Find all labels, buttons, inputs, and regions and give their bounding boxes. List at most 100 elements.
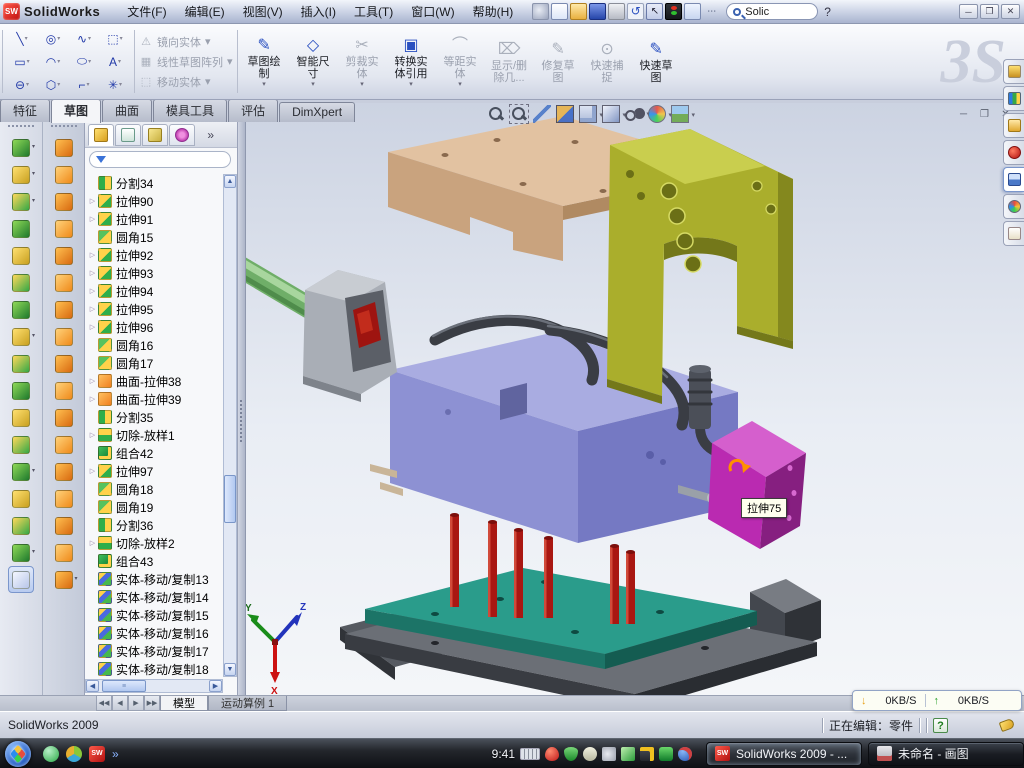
- command-button[interactable]: ✎ 快速草 图: [633, 26, 680, 97]
- expand-arrow-icon[interactable]: [87, 287, 98, 295]
- sketch-text-icon[interactable]: A: [100, 51, 130, 73]
- start-button[interactable]: [5, 741, 31, 767]
- expand-arrow-icon[interactable]: [87, 323, 98, 331]
- ribbon-tab[interactable]: 模具工具: [153, 99, 227, 122]
- tree-vertical-scrollbar[interactable]: ▲ ▼: [223, 174, 237, 677]
- reference-geometry-icon[interactable]: [8, 458, 34, 485]
- expand-arrow-icon[interactable]: [87, 539, 98, 547]
- hide-show-icon[interactable]: [625, 105, 643, 123]
- dropdown-caret[interactable]: ▾: [227, 55, 233, 68]
- sketch-fillet-icon[interactable]: ⌐: [69, 74, 99, 96]
- replace-face-icon[interactable]: [51, 458, 77, 485]
- open-icon[interactable]: [570, 3, 587, 20]
- next-tab-button[interactable]: ▶: [128, 696, 144, 711]
- axis-icon[interactable]: [8, 512, 34, 539]
- tree-item[interactable]: 曲面-拉伸38: [87, 372, 223, 390]
- restore-button[interactable]: ❐: [980, 4, 999, 19]
- sketch-button[interactable]: ✎ 草图绘 制 ▾: [241, 26, 288, 97]
- menu-item[interactable]: 帮助(H): [464, 0, 523, 23]
- tree-item[interactable]: 切除-放样2: [87, 534, 223, 552]
- delete-body-icon[interactable]: [8, 296, 34, 323]
- dropdown-caret[interactable]: ▾: [409, 80, 413, 88]
- tree-filter-input[interactable]: [89, 151, 231, 168]
- tree-item[interactable]: 实体-移动/复制13: [87, 570, 223, 588]
- linear-pattern-icon[interactable]: [8, 323, 34, 350]
- extend-surface-icon[interactable]: [51, 377, 77, 404]
- scene-icon[interactable]: [671, 105, 689, 123]
- expand-arrow-icon[interactable]: [87, 215, 98, 223]
- cert-icon[interactable]: [583, 747, 597, 761]
- expand-arrow-icon[interactable]: [87, 431, 98, 439]
- tree-item[interactable]: 切除-放样1: [87, 426, 223, 444]
- document-tab[interactable]: 模型: [160, 696, 208, 711]
- tree-item[interactable]: 实体-移动/复制14: [87, 588, 223, 606]
- tree-item[interactable]: 实体-移动/复制17: [87, 642, 223, 660]
- save-icon[interactable]: [589, 3, 606, 20]
- tree-item[interactable]: 实体-移动/复制16: [87, 624, 223, 642]
- scroll-right-button[interactable]: ▶: [209, 680, 222, 692]
- delete-face-icon[interactable]: [51, 431, 77, 458]
- help-icon[interactable]: ?: [824, 5, 831, 19]
- command-button[interactable]: ⊙ 快速捕 捉: [584, 26, 631, 97]
- menu-item[interactable]: 视图(V): [234, 0, 292, 23]
- mirror-icon[interactable]: [8, 377, 34, 404]
- toolbar-grip[interactable]: [51, 125, 77, 130]
- close-button[interactable]: ✕: [1001, 4, 1020, 19]
- panel-splitter[interactable]: [238, 122, 246, 695]
- slot-icon[interactable]: ⊖: [7, 74, 37, 96]
- feature-tree-tab[interactable]: [88, 124, 114, 146]
- taskbar-clock[interactable]: 9:41: [492, 747, 515, 761]
- tree-item[interactable]: 拉伸95: [87, 300, 223, 318]
- ribbon-tab[interactable]: 草图: [51, 99, 101, 123]
- appearance-icon[interactable]: [648, 105, 666, 123]
- dimxpert-tab[interactable]: [169, 124, 195, 146]
- rectangle-icon[interactable]: ▭: [7, 51, 37, 73]
- tree-item[interactable]: 拉伸97: [87, 462, 223, 480]
- messenger-icon[interactable]: [43, 746, 59, 762]
- tree-item[interactable]: 组合42: [87, 444, 223, 462]
- dropdown-caret[interactable]: ▾: [205, 35, 211, 48]
- antivirus-icon[interactable]: [545, 747, 559, 761]
- expand-arrow-icon[interactable]: [87, 269, 98, 277]
- expand-arrow-icon[interactable]: [87, 305, 98, 313]
- tree-item[interactable]: 实体-移动/复制18: [87, 660, 223, 677]
- search-input[interactable]: Solic: [726, 3, 818, 20]
- minimize-button[interactable]: ─: [959, 4, 978, 19]
- chamfer-icon[interactable]: [8, 269, 34, 296]
- point-icon[interactable]: ✳: [100, 74, 130, 96]
- ribbon-tab[interactable]: DimXpert: [279, 102, 355, 122]
- tree-horizontal-scrollbar[interactable]: ◀ ≡ ▶: [85, 679, 223, 693]
- trim-surface-icon[interactable]: [51, 485, 77, 512]
- selection-box-icon[interactable]: ⬚: [100, 28, 130, 50]
- guard-icon[interactable]: [659, 747, 673, 761]
- command-button[interactable]: ▣ 转换实 体引用 ▾: [388, 26, 435, 97]
- fillet-icon[interactable]: [8, 188, 34, 215]
- taskbar-task-button[interactable]: SW SolidWorks 2009 - ...: [706, 742, 862, 766]
- smart-dimension-button[interactable]: ◇ 智能尺 寸 ▾: [290, 26, 337, 97]
- thicken-icon[interactable]: [51, 539, 77, 566]
- messenger-tray-icon[interactable]: [678, 747, 692, 761]
- pin-icon[interactable]: [532, 3, 549, 20]
- tree-item[interactable]: 圆角15: [87, 228, 223, 246]
- swept-boss-icon[interactable]: [8, 215, 34, 242]
- scrollbar-thumb[interactable]: ≡: [102, 680, 146, 692]
- solidworks-quick-icon[interactable]: SW: [89, 746, 105, 762]
- offset-surface-icon[interactable]: [51, 323, 77, 350]
- new-document-icon[interactable]: [551, 3, 568, 20]
- toolbox-icon[interactable]: [1003, 140, 1024, 165]
- quick-tips-icon[interactable]: ?: [933, 718, 948, 733]
- scroll-left-button[interactable]: ◀: [86, 680, 99, 692]
- model-canvas[interactable]: Y Z X: [245, 103, 1005, 695]
- tree-item[interactable]: 分割34: [87, 174, 223, 192]
- freeform-icon[interactable]: [51, 269, 77, 296]
- custom-properties-icon[interactable]: [1003, 221, 1024, 246]
- overflow-chevron[interactable]: [196, 124, 214, 146]
- swept-surface-icon[interactable]: [51, 188, 77, 215]
- move-copy-body-icon[interactable]: [8, 431, 34, 458]
- tree-item[interactable]: 实体-移动/复制15: [87, 606, 223, 624]
- display-style-icon[interactable]: [602, 105, 620, 123]
- toolbar-grip[interactable]: [8, 125, 34, 130]
- tree-item[interactable]: 拉伸90: [87, 192, 223, 210]
- menu-item[interactable]: 工具(T): [345, 0, 402, 23]
- tag-icon[interactable]: [999, 718, 1016, 732]
